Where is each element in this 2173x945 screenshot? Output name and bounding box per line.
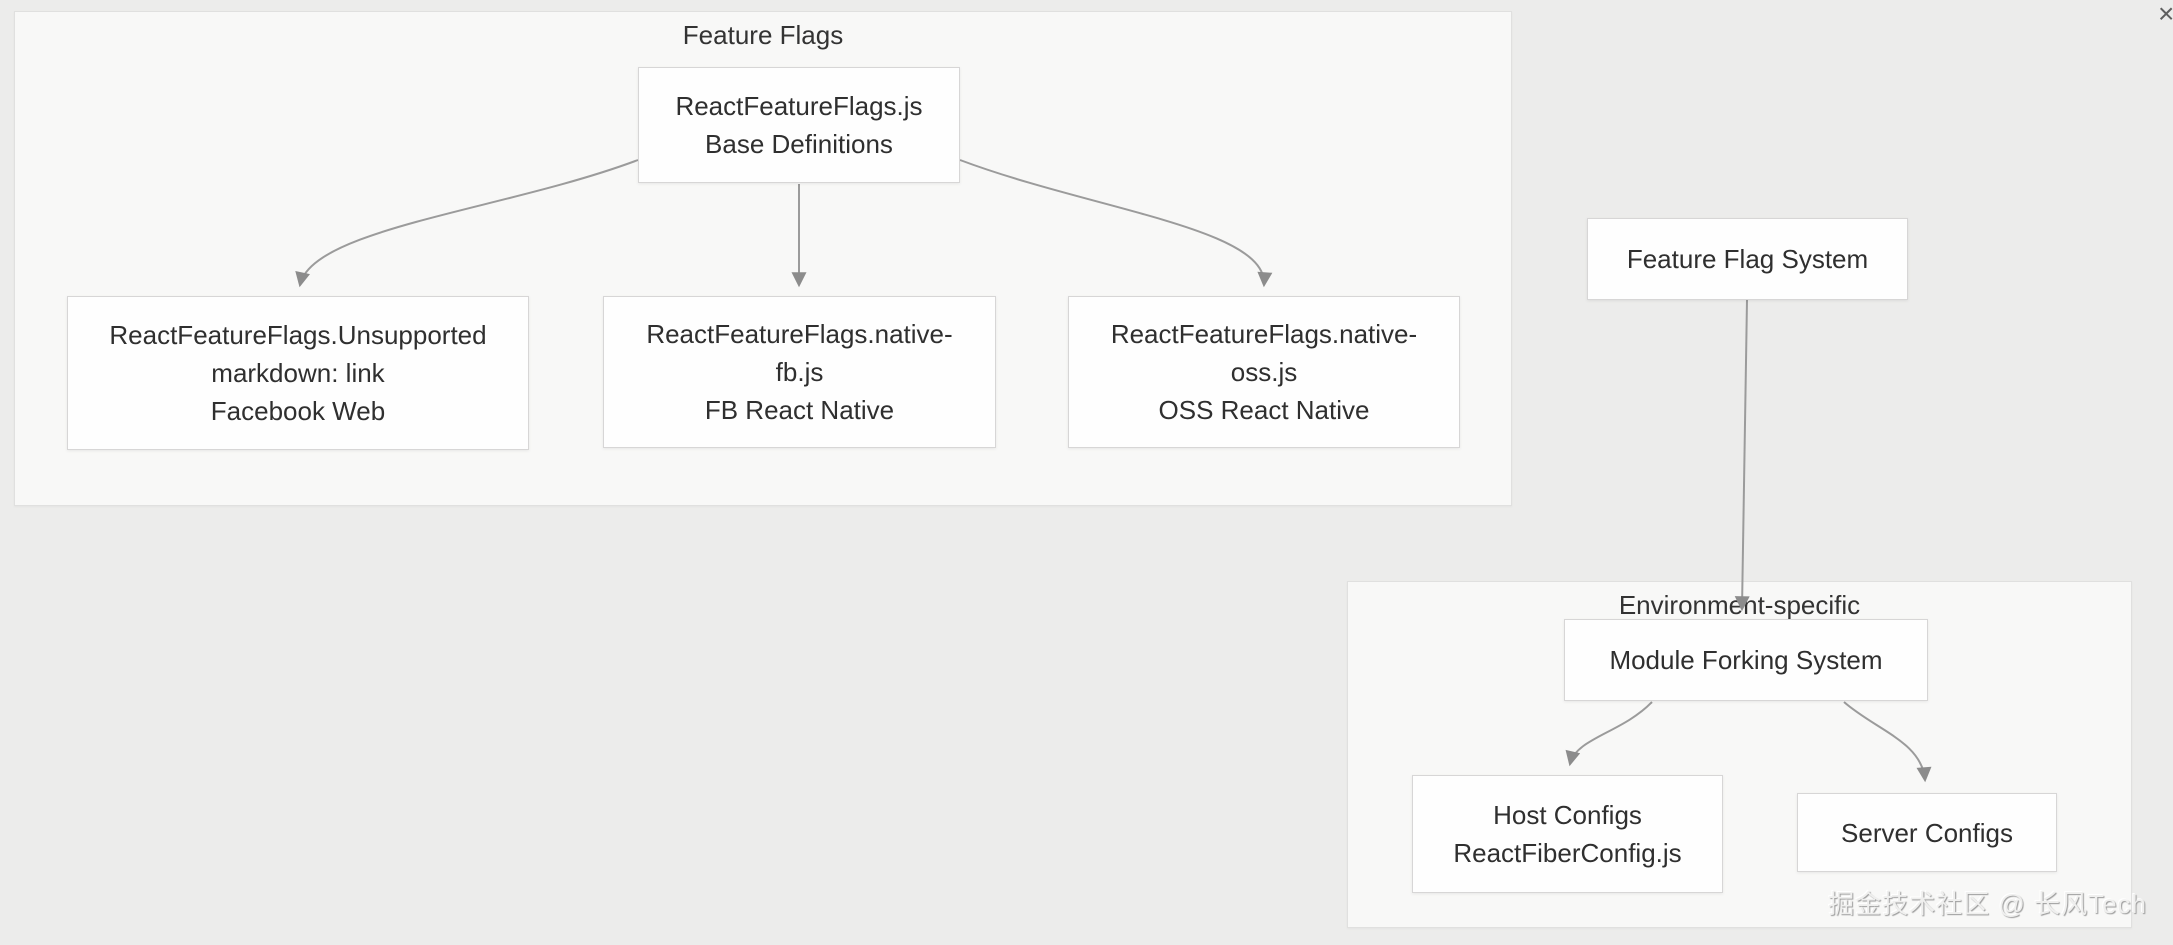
node-host-configs: Host Configs ReactFiberConfig.js — [1412, 775, 1723, 893]
watermark: 掘金技术社区 @ 长风Tech — [1828, 884, 2147, 921]
edge-ffs-to-mfs — [1742, 300, 1747, 609]
node-oss-react-native: ReactFeatureFlags.native- oss.js OSS Rea… — [1068, 296, 1460, 448]
node-base-definitions: ReactFeatureFlags.js Base Definitions — [638, 67, 960, 183]
subgraph-environment-specific-title: Environment-specific — [1348, 590, 2131, 621]
diagram-page: { "diagram": { "containers": { "feature_… — [0, 0, 2173, 945]
node-fb-react-native: ReactFeatureFlags.native- fb.js FB React… — [603, 296, 996, 448]
subgraph-feature-flags-title: Feature Flags — [15, 20, 1511, 51]
node-server-configs: Server Configs — [1797, 793, 2057, 872]
close-icon[interactable]: × — [2158, 0, 2173, 30]
node-module-forking-system: Module Forking System — [1564, 619, 1928, 701]
node-feature-flag-system: Feature Flag System — [1587, 218, 1908, 300]
node-facebook-web: ReactFeatureFlags.Unsupported markdown: … — [67, 296, 529, 450]
